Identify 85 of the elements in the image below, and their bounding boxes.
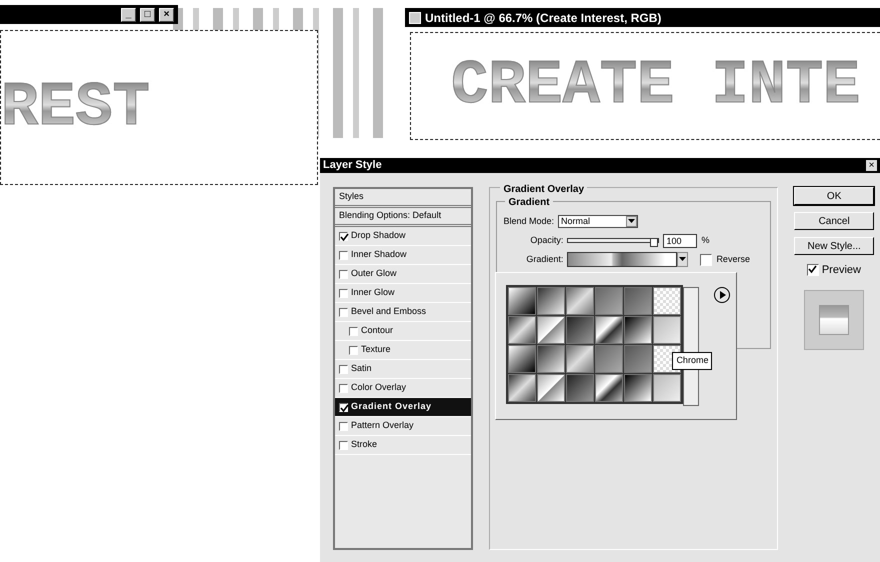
- style-item[interactable]: Satin: [335, 360, 472, 379]
- style-label: Pattern Overlay: [351, 419, 414, 432]
- minimize-button[interactable]: _: [121, 8, 136, 22]
- style-label: Inner Shadow: [351, 248, 407, 262]
- gradient-swatch[interactable]: [653, 316, 682, 344]
- gradient-swatch[interactable]: [624, 287, 652, 315]
- dialog-title: Layer Style: [323, 158, 382, 174]
- gradient-swatch[interactable]: [653, 374, 682, 402]
- style-label: Contour: [361, 324, 394, 338]
- style-label: Texture: [361, 343, 391, 356]
- checkbox-icon: [339, 422, 348, 430]
- checkbox-icon: [349, 346, 358, 354]
- style-label: Stroke: [351, 438, 378, 452]
- unit-label: %: [701, 234, 710, 247]
- style-item[interactable]: Bevel and Emboss: [335, 303, 472, 322]
- checkbox-icon[interactable]: [700, 254, 712, 266]
- field-label: Blend Mode:: [503, 214, 554, 228]
- style-label: Bevel and Emboss: [351, 305, 426, 318]
- style-item[interactable]: Drop Shadow: [335, 227, 472, 246]
- gradient-swatch[interactable]: [508, 316, 536, 344]
- style-item[interactable]: Gradient Overlay: [335, 398, 472, 417]
- checkbox-label: Preview: [822, 263, 861, 278]
- checkbox-icon: [339, 270, 348, 278]
- maximize-button[interactable]: □: [140, 8, 155, 22]
- gradient-swatch[interactable]: [537, 374, 566, 402]
- style-label: Outer Glow: [351, 267, 397, 280]
- opacity-input[interactable]: 100: [663, 234, 698, 248]
- field-label: Opacity:: [529, 234, 564, 247]
- gradient-swatch[interactable]: [595, 374, 624, 402]
- tooltip: Chrome: [672, 352, 712, 370]
- document-icon: [409, 12, 421, 24]
- gradient-swatch[interactable]: [566, 345, 594, 373]
- checkbox-icon: [339, 384, 348, 392]
- preview-swatch: [819, 304, 850, 334]
- close-button[interactable]: ×: [866, 160, 877, 171]
- style-label: Color Overlay: [351, 381, 406, 394]
- checkbox-icon[interactable]: [807, 264, 820, 276]
- style-item[interactable]: Inner Glow: [335, 284, 472, 303]
- ok-button[interactable]: OK: [794, 187, 874, 205]
- checkbox-icon: [339, 364, 348, 374]
- checkbox-icon: [339, 440, 348, 450]
- style-item[interactable]: Texture: [335, 341, 472, 360]
- gradient-swatch[interactable]: [508, 287, 536, 315]
- window-title: Untitled-1 @ 66.7% (Create Interest, RGB): [425, 10, 662, 26]
- gradient-swatch[interactable]: [537, 287, 566, 315]
- style-item[interactable]: Blending Options: Default: [335, 208, 472, 227]
- section-title: Gradient Overlay: [500, 182, 588, 197]
- gradient-swatch[interactable]: [595, 345, 624, 373]
- style-label: Satin: [351, 362, 372, 376]
- checkbox-icon: [339, 232, 348, 240]
- gradient-swatch[interactable]: [624, 345, 652, 373]
- gradient-swatch[interactable]: [595, 287, 624, 315]
- field-label: Gradient:: [525, 252, 564, 266]
- dropdown-value: Normal: [560, 214, 590, 228]
- gradient-swatch[interactable]: [566, 316, 594, 344]
- blend-mode-dropdown[interactable]: Normal: [558, 215, 638, 228]
- style-item[interactable]: Outer Glow: [335, 265, 472, 284]
- gradient-swatch[interactable]: [566, 374, 594, 402]
- checkbox-icon: [339, 288, 348, 298]
- gradient-swatch[interactable]: [595, 316, 624, 344]
- gradient-swatch[interactable]: [566, 287, 594, 315]
- checkbox-icon: [339, 308, 348, 316]
- slider-thumb[interactable]: [650, 238, 658, 247]
- style-item[interactable]: Inner Shadow: [335, 246, 472, 265]
- style-item[interactable]: Stroke: [335, 436, 472, 455]
- styles-header[interactable]: Styles: [335, 189, 472, 208]
- checkbox-icon: [339, 402, 348, 412]
- style-label: Drop Shadow: [351, 229, 406, 242]
- new-style-button[interactable]: New Style...: [794, 237, 874, 255]
- gradient-swatch[interactable]: [624, 316, 652, 344]
- style-label: Gradient Overlay: [351, 400, 432, 414]
- style-item[interactable]: Contour: [335, 322, 472, 341]
- gradient-swatch[interactable]: [508, 374, 536, 402]
- gradient-swatch[interactable]: [537, 316, 566, 344]
- close-button[interactable]: ×: [159, 8, 174, 22]
- style-item[interactable]: Pattern Overlay: [335, 417, 472, 436]
- checkbox-icon: [349, 326, 358, 336]
- gradient-swatch[interactable]: [624, 374, 652, 402]
- cancel-button[interactable]: Cancel: [794, 212, 874, 230]
- gradient-swatch[interactable]: [653, 287, 682, 315]
- checkbox-label: Reverse: [716, 252, 750, 266]
- checkbox-icon: [339, 250, 348, 260]
- style-label: Inner Glow: [351, 286, 395, 300]
- gradient-swatch[interactable]: [508, 345, 536, 373]
- gradient-swatch[interactable]: [537, 345, 566, 373]
